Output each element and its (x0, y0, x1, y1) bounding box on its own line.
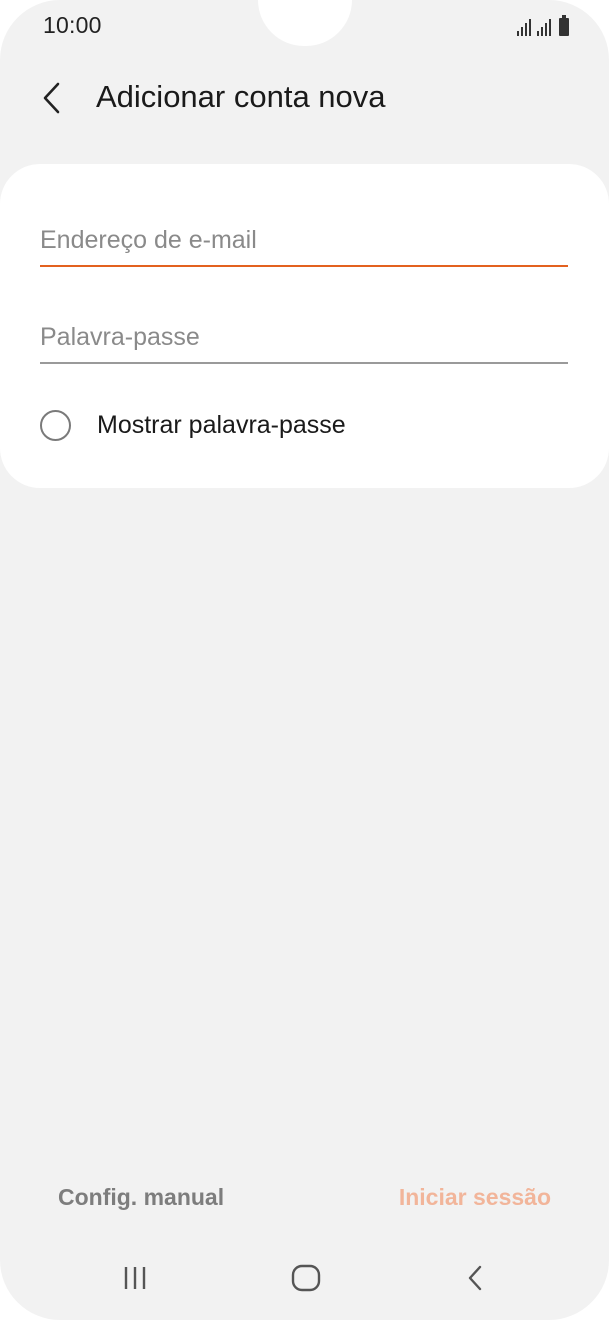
signal-sim2-icon (537, 18, 551, 36)
page-title: Adicionar conta nova (96, 79, 386, 114)
email-input[interactable] (40, 226, 568, 265)
home-button[interactable] (276, 1250, 336, 1306)
battery-icon (559, 15, 569, 36)
app-header: Adicionar conta nova (0, 70, 609, 126)
phone-screen: 10:00 Adicionar conta nova Endereço de e… (0, 0, 609, 1320)
back-button[interactable] (36, 76, 72, 120)
show-password-option[interactable]: Mostrar palavra-passe (40, 407, 346, 443)
show-password-radio[interactable] (40, 409, 71, 441)
camera-notch (258, 0, 352, 46)
home-icon (291, 1264, 321, 1292)
recents-button[interactable] (106, 1250, 166, 1306)
chevron-left-icon (43, 82, 60, 114)
sign-in-button[interactable]: Iniciar sessão (399, 1184, 551, 1211)
recents-icon (124, 1267, 146, 1289)
manual-setup-button[interactable]: Config. manual (58, 1184, 224, 1211)
email-field (40, 226, 568, 267)
back-icon (468, 1265, 482, 1291)
signal-sim1-icon (517, 18, 531, 36)
password-input[interactable] (40, 323, 568, 362)
status-time: 10:00 (43, 12, 102, 38)
password-underline (40, 362, 568, 364)
navigation-bar (0, 1250, 609, 1306)
status-icons (517, 14, 569, 36)
email-underline (40, 265, 568, 267)
password-field (40, 323, 568, 364)
bottom-actions: Config. manual Iniciar sessão (0, 1178, 609, 1222)
show-password-label: Mostrar palavra-passe (97, 410, 346, 439)
nav-back-button[interactable] (446, 1250, 506, 1306)
